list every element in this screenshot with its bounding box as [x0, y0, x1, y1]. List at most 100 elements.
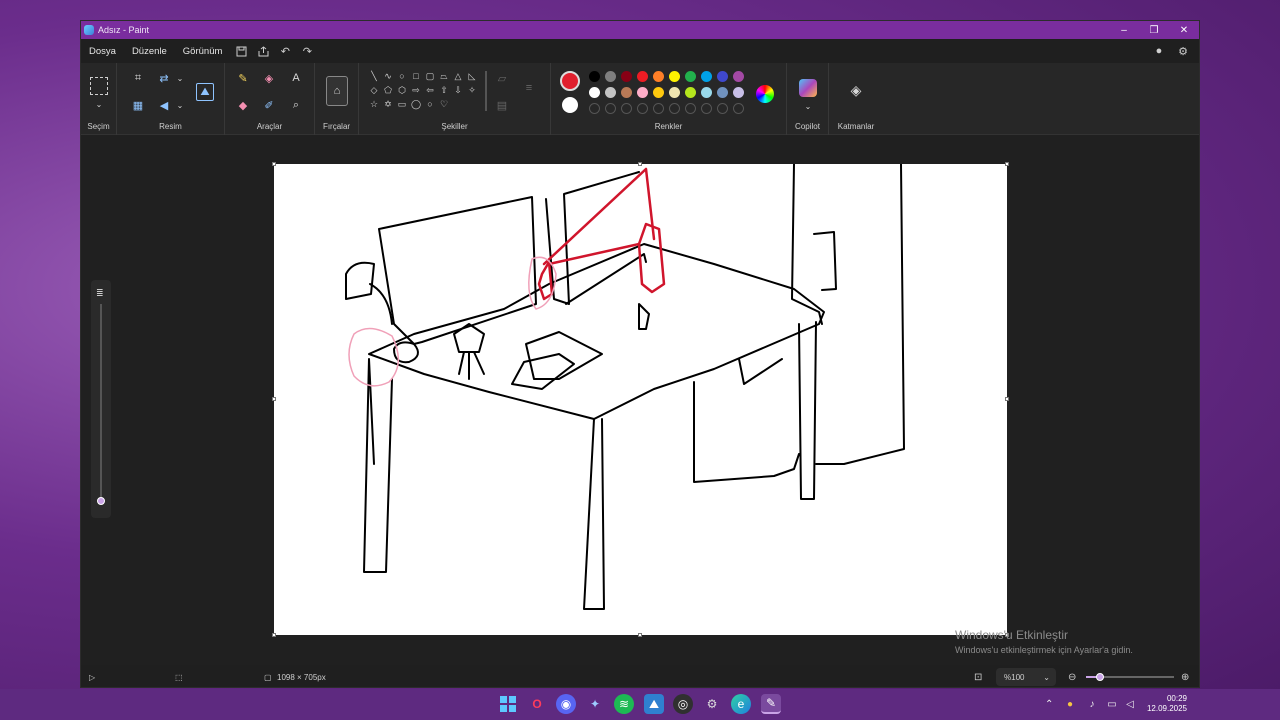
volume-icon[interactable]: ◁ — [1121, 699, 1139, 710]
line-shape-icon[interactable]: ╲ — [367, 69, 381, 83]
custom-color-slot[interactable] — [621, 103, 632, 114]
color-swatch[interactable] — [733, 87, 744, 98]
color-picker-icon[interactable]: ✐ — [260, 96, 278, 114]
account-icon[interactable]: ● — [1149, 41, 1169, 61]
callout-oval-shape-icon[interactable]: ◯ — [409, 97, 423, 111]
custom-color-slot[interactable] — [605, 103, 616, 114]
color-swatch[interactable] — [589, 71, 600, 82]
custom-color-slot[interactable] — [733, 103, 744, 114]
redo-icon[interactable]: ↷ — [296, 41, 318, 61]
spotify-icon[interactable]: ≋ — [614, 694, 634, 714]
remove-background-icon[interactable]: ▦ — [129, 96, 147, 114]
resize-handle[interactable] — [638, 633, 642, 637]
callout-cloud-shape-icon[interactable]: ○ — [423, 97, 437, 111]
brush-size-knob[interactable] — [97, 497, 105, 505]
zoom-in-icon[interactable]: ⊕ — [1181, 672, 1189, 683]
arrow-up-shape-icon[interactable]: ⇧ — [437, 83, 451, 97]
close-button[interactable]: ✕ — [1169, 21, 1199, 39]
pencil-icon[interactable]: ✎ — [234, 69, 252, 87]
color-swatch[interactable] — [605, 87, 616, 98]
shapes-scrollbar[interactable] — [485, 71, 487, 111]
eraser-icon[interactable]: ◆ — [234, 96, 252, 114]
paint-icon[interactable]: ✎ — [761, 694, 781, 714]
resize-handle[interactable] — [272, 633, 276, 637]
crop-icon[interactable]: ⌗ — [129, 69, 147, 87]
custom-color-slot[interactable] — [685, 103, 696, 114]
opera-icon[interactable]: O — [527, 694, 547, 714]
drawing-canvas[interactable] — [274, 164, 1007, 635]
custom-color-slot[interactable] — [653, 103, 664, 114]
color-swatch[interactable] — [653, 71, 664, 82]
network-icon[interactable]: ▭ — [1103, 699, 1121, 710]
custom-color-slot[interactable] — [717, 103, 728, 114]
taskbar-clock[interactable]: 00:29 12.09.2025 — [1147, 694, 1187, 714]
pentagon-shape-icon[interactable]: ⬠ — [381, 83, 395, 97]
size-icon[interactable]: ≡ — [520, 79, 538, 97]
text-tool-icon[interactable]: A — [287, 69, 305, 87]
color-swatch[interactable] — [733, 71, 744, 82]
custom-color-slot[interactable] — [589, 103, 600, 114]
curve-shape-icon[interactable]: ∿ — [381, 69, 395, 83]
secondary-color-swatch[interactable] — [562, 97, 578, 113]
chevron-down-icon[interactable]: ⌄ — [90, 95, 108, 113]
fill-bucket-icon[interactable]: ◈ — [260, 69, 278, 87]
share-icon[interactable] — [252, 41, 274, 61]
color-swatch[interactable] — [701, 87, 712, 98]
copilot-icon[interactable] — [799, 79, 817, 97]
maximize-button[interactable]: ❐ — [1139, 21, 1169, 39]
menu-edit[interactable]: Düzenle — [124, 46, 175, 57]
triangle-shape-icon[interactable]: △ — [451, 69, 465, 83]
rounded-rectangle-shape-icon[interactable]: ▢ — [423, 69, 437, 83]
color-swatch[interactable] — [637, 87, 648, 98]
microphone-icon[interactable]: ♪ — [1081, 699, 1103, 710]
arrow-right-shape-icon[interactable]: ⇨ — [409, 83, 423, 97]
color-swatch[interactable] — [685, 71, 696, 82]
fit-to-window-icon[interactable]: ⊡ — [974, 672, 982, 683]
color-swatch[interactable] — [621, 87, 632, 98]
color-swatch[interactable] — [717, 71, 728, 82]
brush-icon[interactable]: ⌂ — [326, 76, 348, 106]
color-swatch[interactable] — [589, 87, 600, 98]
arrow-down-shape-icon[interactable]: ⇩ — [451, 83, 465, 97]
star5-shape-icon[interactable]: ☆ — [367, 97, 381, 111]
save-icon[interactable] — [230, 41, 252, 61]
color-swatch[interactable] — [653, 87, 664, 98]
zoom-slider-knob[interactable] — [1096, 673, 1104, 681]
settings-icon[interactable]: ⚙ — [702, 694, 722, 714]
color-swatch[interactable] — [717, 87, 728, 98]
zoom-dropdown[interactable]: %100 ⌄ — [996, 668, 1056, 686]
menu-view[interactable]: Görünüm — [175, 46, 231, 57]
bluetooth-app-icon[interactable]: ✦ — [585, 694, 605, 714]
settings-gear-icon[interactable]: ⚙ — [1173, 41, 1193, 61]
resize-handle[interactable] — [1005, 397, 1009, 401]
oval-shape-icon[interactable]: ○ — [395, 69, 409, 83]
polygon-shape-icon[interactable]: ⏢ — [437, 69, 451, 83]
tray-app-icon[interactable]: ● — [1059, 699, 1081, 710]
color-swatch[interactable] — [669, 87, 680, 98]
fill-icon[interactable]: ▤ — [493, 96, 511, 114]
color-swatch[interactable] — [685, 87, 696, 98]
rectangle-shape-icon[interactable]: □ — [409, 69, 423, 83]
arrow-left-shape-icon[interactable]: ⇦ — [423, 83, 437, 97]
minimize-button[interactable]: – — [1109, 21, 1139, 39]
star4-shape-icon[interactable]: ✧ — [465, 83, 479, 97]
layers-icon[interactable]: ◈ — [847, 81, 865, 99]
show-hidden-icons-icon[interactable]: ⌃ — [1045, 699, 1059, 710]
zoom-out-icon[interactable]: ⊖ — [1068, 672, 1076, 683]
discord-icon[interactable]: ◉ — [556, 694, 576, 714]
star6-shape-icon[interactable]: ✡ — [381, 97, 395, 111]
custom-color-slot[interactable] — [637, 103, 648, 114]
magnifier-icon[interactable]: ⌕ — [287, 96, 305, 114]
right-triangle-shape-icon[interactable]: ◺ — [465, 69, 479, 83]
start-icon[interactable] — [498, 694, 518, 714]
edit-colors-icon[interactable] — [756, 85, 774, 103]
undo-icon[interactable]: ↶ — [274, 41, 296, 61]
color-swatch[interactable] — [701, 71, 712, 82]
primary-color-swatch[interactable] — [560, 71, 580, 91]
chevron-down-icon[interactable]: ⌄ — [171, 96, 189, 114]
color-swatch[interactable] — [621, 71, 632, 82]
callout-rect-shape-icon[interactable]: ▭ — [395, 97, 409, 111]
photos-icon[interactable]: ⛰ — [644, 694, 664, 714]
rectangle-select-icon[interactable] — [90, 77, 108, 95]
image-creator-icon[interactable]: ⛰ — [196, 83, 214, 101]
